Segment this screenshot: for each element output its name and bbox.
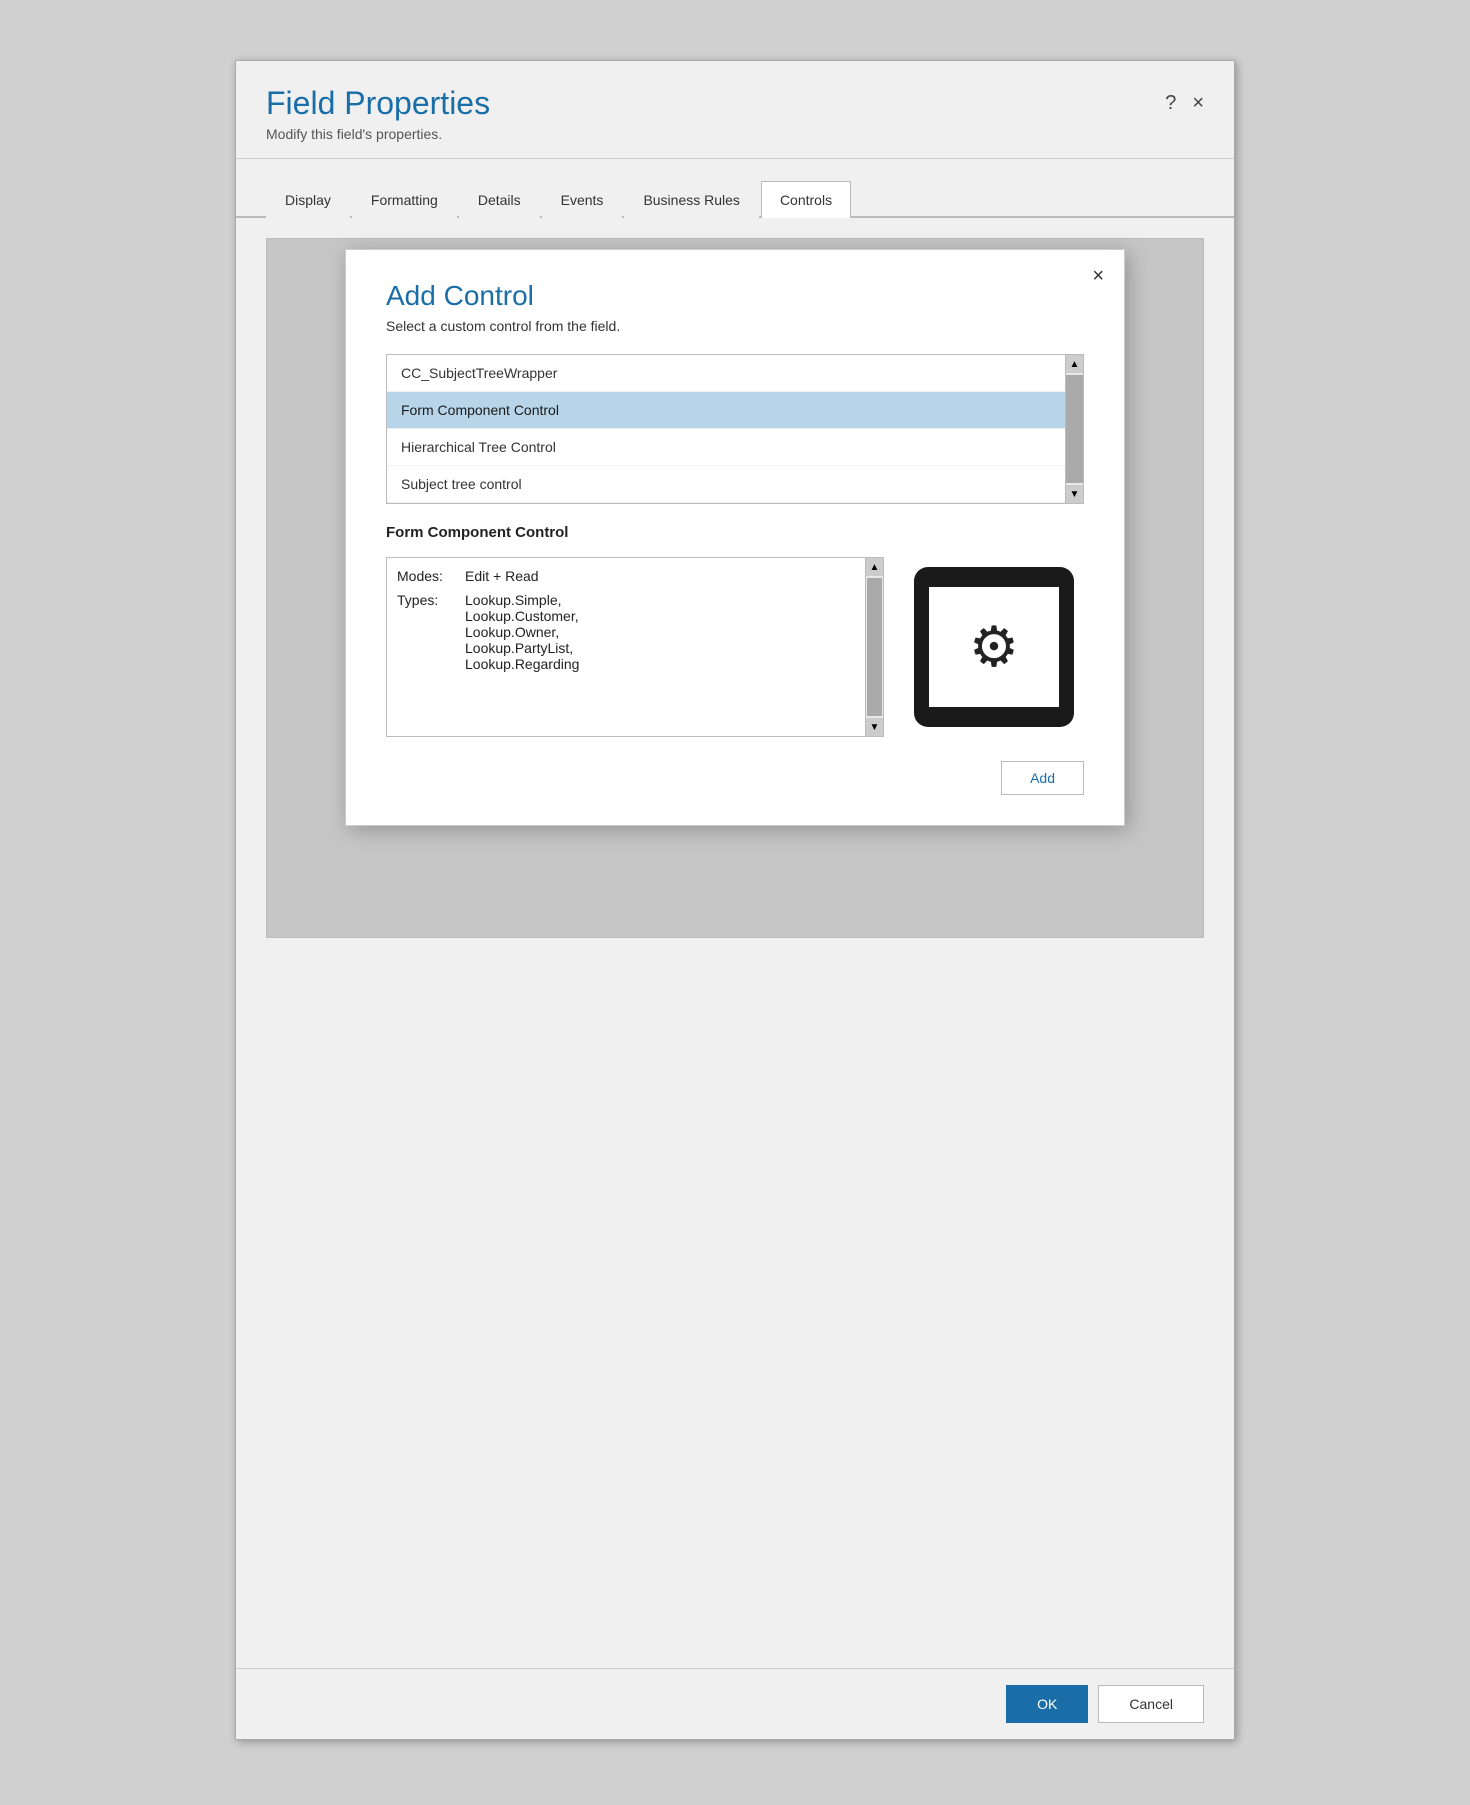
- window-body: × Add Control Select a custom control fr…: [236, 218, 1234, 1668]
- control-list: CC_SubjectTreeWrapper Form Component Con…: [386, 354, 1084, 504]
- list-item[interactable]: Hierarchical Tree Control: [387, 429, 1083, 466]
- modal-footer: Add: [386, 761, 1084, 795]
- modal-overlay: × Add Control Select a custom control fr…: [267, 239, 1203, 937]
- modal-title: Add Control: [386, 280, 1084, 312]
- list-item[interactable]: CC_SubjectTreeWrapper: [387, 355, 1083, 392]
- tab-controls[interactable]: Controls: [761, 181, 851, 218]
- info-scrollbar[interactable]: ▲ ▼: [865, 558, 883, 736]
- details-info: Modes: Edit + Read Types: Lookup.Simple,…: [386, 557, 884, 737]
- window-title-area: Field Properties Modify this field's pro…: [266, 85, 490, 142]
- window-subtitle: Modify this field's properties.: [266, 126, 490, 142]
- tab-business-rules[interactable]: Business Rules: [624, 181, 759, 218]
- details-icon-area: ⚙: [904, 557, 1084, 737]
- tab-events[interactable]: Events: [542, 181, 623, 218]
- list-item[interactable]: Subject tree control: [387, 466, 1083, 503]
- scrollable-info: Modes: Edit + Read Types: Lookup.Simple,…: [386, 557, 884, 737]
- modes-row: Modes: Edit + Read: [397, 568, 873, 584]
- add-button[interactable]: Add: [1001, 761, 1084, 795]
- list-scrollbar[interactable]: ▲ ▼: [1065, 355, 1083, 503]
- info-scroll-thumb: [867, 578, 882, 716]
- tab-formatting[interactable]: Formatting: [352, 181, 457, 218]
- types-label: Types:: [397, 592, 457, 608]
- tabs-bar: Display Formatting Details Events Busine…: [236, 179, 1234, 218]
- window-controls: ? ×: [1165, 93, 1204, 113]
- types-row: Types: Lookup.Simple, Lookup.Customer, L…: [397, 592, 873, 672]
- tab-details[interactable]: Details: [459, 181, 540, 218]
- modes-value: Edit + Read: [465, 568, 539, 584]
- control-icon-inner: ⚙: [929, 587, 1059, 707]
- details-layout: Modes: Edit + Read Types: Lookup.Simple,…: [386, 557, 1084, 737]
- scroll-down-button[interactable]: ▼: [1066, 485, 1083, 503]
- modal-close-button[interactable]: ×: [1092, 266, 1104, 286]
- scroll-up-button[interactable]: ▲: [1066, 355, 1083, 373]
- modal-subtitle: Select a custom control from the field.: [386, 318, 1084, 334]
- types-value: Lookup.Simple, Lookup.Customer, Lookup.O…: [465, 592, 579, 672]
- ok-button[interactable]: OK: [1006, 1685, 1088, 1723]
- add-control-modal: × Add Control Select a custom control fr…: [345, 249, 1125, 826]
- gear-icon: ⚙: [969, 614, 1019, 680]
- control-details: Form Component Control Modes: Edit + Rea…: [386, 524, 1084, 737]
- field-properties-window: Field Properties Modify this field's pro…: [235, 60, 1235, 1740]
- selected-control-title: Form Component Control: [386, 524, 1084, 541]
- cancel-button[interactable]: Cancel: [1098, 1685, 1204, 1723]
- info-scroll-down-button[interactable]: ▼: [866, 718, 883, 736]
- window-close-button[interactable]: ×: [1192, 93, 1204, 113]
- window-header: Field Properties Modify this field's pro…: [236, 61, 1234, 159]
- tab-display[interactable]: Display: [266, 181, 350, 218]
- scroll-thumb: [1066, 375, 1083, 483]
- help-button[interactable]: ?: [1165, 93, 1176, 113]
- controls-content-area: × Add Control Select a custom control fr…: [266, 238, 1204, 938]
- list-item-selected[interactable]: Form Component Control: [387, 392, 1083, 429]
- control-icon-box: ⚙: [914, 567, 1074, 727]
- modes-label: Modes:: [397, 568, 457, 584]
- info-scroll-up-button[interactable]: ▲: [866, 558, 883, 576]
- window-footer: OK Cancel: [236, 1668, 1234, 1739]
- window-title: Field Properties: [266, 85, 490, 122]
